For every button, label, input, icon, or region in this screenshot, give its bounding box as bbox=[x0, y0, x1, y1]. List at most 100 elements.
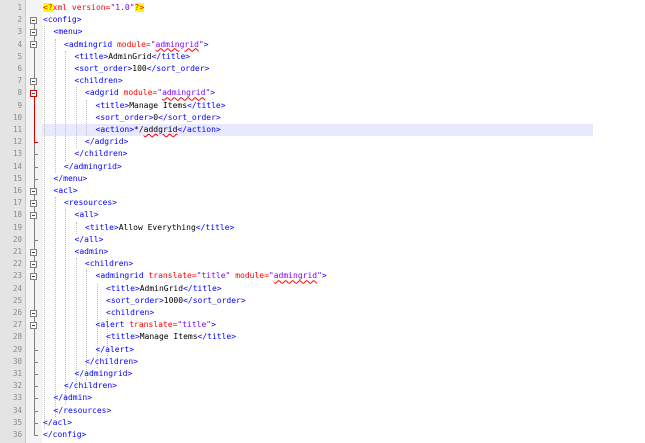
fold-toggle-icon[interactable] bbox=[30, 41, 37, 49]
code-text: <alert translate="title"> bbox=[96, 319, 216, 331]
line-number: 13 bbox=[12, 149, 22, 159]
code-text: </children> bbox=[85, 356, 138, 368]
code-token: <menu> bbox=[53, 27, 83, 37]
code-token: <? bbox=[43, 3, 53, 12]
fold-toggle-icon[interactable] bbox=[30, 248, 37, 256]
code-text: <admin> bbox=[75, 246, 109, 258]
code-text: </children> bbox=[75, 148, 128, 160]
code-token: > bbox=[321, 271, 327, 281]
code-line[interactable]: 6 <sort_order>100</sort_order> bbox=[0, 63, 645, 75]
fold-end-marker bbox=[34, 349, 38, 351]
fold-toggle-icon[interactable] bbox=[30, 187, 37, 195]
code-token: </resources> bbox=[53, 405, 112, 415]
code-line[interactable]: 35 </acl> bbox=[0, 417, 645, 429]
code-line[interactable]: 26 <children> bbox=[0, 307, 645, 319]
fold-toggle-icon[interactable] bbox=[30, 16, 37, 24]
code-token: <adgrid bbox=[85, 88, 124, 98]
code-line[interactable]: 11 <action>*/addgrid</action> bbox=[0, 124, 645, 136]
code-line[interactable]: 14 </admingrid> bbox=[0, 161, 645, 173]
line-number: 21 bbox=[12, 247, 22, 256]
code-line[interactable]: 19 <title>Allow Everything</title> bbox=[0, 222, 645, 234]
code-line[interactable]: 25 <sort_order>1000</sort_order> bbox=[0, 295, 645, 307]
code-editor[interactable]: 1 <?xml version="1.0"?> 2 <config> 3 <menu> 4 <… bbox=[0, 0, 645, 443]
code-text: <title>AdminGrid</title> bbox=[75, 51, 191, 63]
code-token: module= bbox=[235, 271, 269, 281]
code-text: <menu> bbox=[54, 26, 83, 38]
code-line[interactable]: 24 <title>AdminGrid</title> bbox=[0, 283, 645, 295]
code-token: </title> bbox=[195, 222, 235, 232]
line-number: 9 bbox=[17, 100, 22, 110]
code-token: <children> bbox=[85, 259, 134, 269]
code-line[interactable]: 12 </adgrid> bbox=[0, 136, 645, 148]
code-line[interactable]: 7 <children> bbox=[0, 75, 645, 87]
code-token: </title> bbox=[187, 100, 226, 110]
code-line[interactable]: 36 </config> bbox=[0, 429, 645, 441]
fold-toggle-icon[interactable] bbox=[30, 199, 37, 207]
code-line[interactable]: 31 </admingrid> bbox=[0, 368, 645, 380]
code-line[interactable]: 21 <admin> bbox=[0, 246, 645, 258]
fold-toggle-icon[interactable] bbox=[30, 211, 37, 219]
line-number: 33 bbox=[12, 393, 22, 403]
code-token: </acl> bbox=[43, 417, 72, 427]
code-line[interactable]: 22 <children> bbox=[0, 258, 645, 270]
code-line[interactable]: 16 <acl> bbox=[0, 185, 645, 197]
fold-toggle-icon[interactable] bbox=[30, 89, 37, 97]
code-token: xml version= bbox=[52, 3, 111, 12]
code-line[interactable]: 17 <resources> bbox=[0, 197, 645, 209]
code-token: </alert> bbox=[95, 344, 135, 354]
code-line[interactable]: 34 </resources> bbox=[0, 405, 645, 417]
code-text: <title>Allow Everything</title> bbox=[85, 222, 234, 234]
code-text: <sort_order>0</sort_order> bbox=[96, 112, 221, 124]
code-token: Manage Items bbox=[129, 100, 188, 110]
code-line[interactable]: 27 <alert translate="title"> bbox=[0, 319, 645, 331]
code-line[interactable]: 5 <title>AdminGrid</title> bbox=[0, 51, 645, 63]
code-token: 100 bbox=[132, 64, 147, 73]
code-line[interactable]: 28 <title>Manage Items</title> bbox=[0, 331, 645, 343]
fold-end-marker bbox=[34, 178, 38, 180]
fold-toggle-icon[interactable] bbox=[30, 321, 37, 329]
code-token: admingrid bbox=[162, 88, 206, 98]
code-line[interactable]: 13 </children> bbox=[0, 148, 645, 160]
active-fold-range bbox=[34, 93, 35, 143]
code-line[interactable]: 3 <menu> bbox=[0, 26, 645, 38]
code-token: <children> bbox=[106, 308, 155, 317]
line-number: 35 bbox=[12, 417, 22, 427]
code-line[interactable]: 15 </menu> bbox=[0, 173, 645, 185]
code-line[interactable]: 30 </children> bbox=[0, 356, 645, 368]
fold-toggle-icon[interactable] bbox=[30, 28, 37, 36]
fold-end-marker bbox=[34, 142, 38, 144]
code-line[interactable]: 32 </children> bbox=[0, 380, 645, 392]
code-line[interactable]: 1 <?xml version="1.0"?> bbox=[0, 2, 645, 14]
line-number: 31 bbox=[12, 369, 22, 378]
fold-end-marker bbox=[34, 239, 38, 241]
line-number: 26 bbox=[12, 308, 22, 317]
fold-toggle-icon[interactable] bbox=[30, 260, 37, 268]
code-text: <title>Manage Items</title> bbox=[106, 331, 236, 343]
line-number: 4 bbox=[17, 39, 22, 49]
fold-toggle-icon[interactable] bbox=[30, 77, 37, 85]
code-line[interactable]: 8 <adgrid module="admingrid"> bbox=[0, 87, 645, 99]
code-line[interactable]: 10 <sort_order>0</sort_order> bbox=[0, 112, 645, 124]
code-token: <sort_order> bbox=[106, 295, 164, 305]
fold-toggle-icon[interactable] bbox=[30, 309, 37, 317]
line-number: 8 bbox=[17, 88, 22, 98]
code-line[interactable]: 23 <admingrid translate="title" module="a… bbox=[0, 270, 645, 282]
code-line[interactable]: 20 </all> bbox=[0, 234, 645, 246]
code-line[interactable]: 2 <config> bbox=[0, 14, 645, 26]
code-line[interactable]: 33 </admin> bbox=[0, 392, 645, 404]
line-number: 19 bbox=[12, 222, 22, 232]
line-number: 28 bbox=[12, 332, 22, 342]
code-token: </admingrid> bbox=[74, 369, 133, 378]
line-number: 36 bbox=[12, 430, 22, 439]
code-text: <title>AdminGrid</title> bbox=[106, 283, 222, 295]
code-token: <resources> bbox=[64, 198, 117, 208]
code-line[interactable]: 29 </alert> bbox=[0, 344, 645, 356]
line-number: 14 bbox=[12, 161, 22, 171]
code-line[interactable]: 9 <title>Manage Items</title> bbox=[0, 100, 645, 112]
code-token: "title" bbox=[196, 271, 236, 281]
code-token: </all> bbox=[74, 234, 104, 244]
fold-toggle-icon[interactable] bbox=[30, 272, 37, 280]
code-text: <sort_order>1000</sort_order> bbox=[106, 295, 246, 307]
code-line[interactable]: 18 <all> bbox=[0, 209, 645, 221]
code-line[interactable]: 4 <admingrid module="admingrid"> bbox=[0, 39, 645, 51]
